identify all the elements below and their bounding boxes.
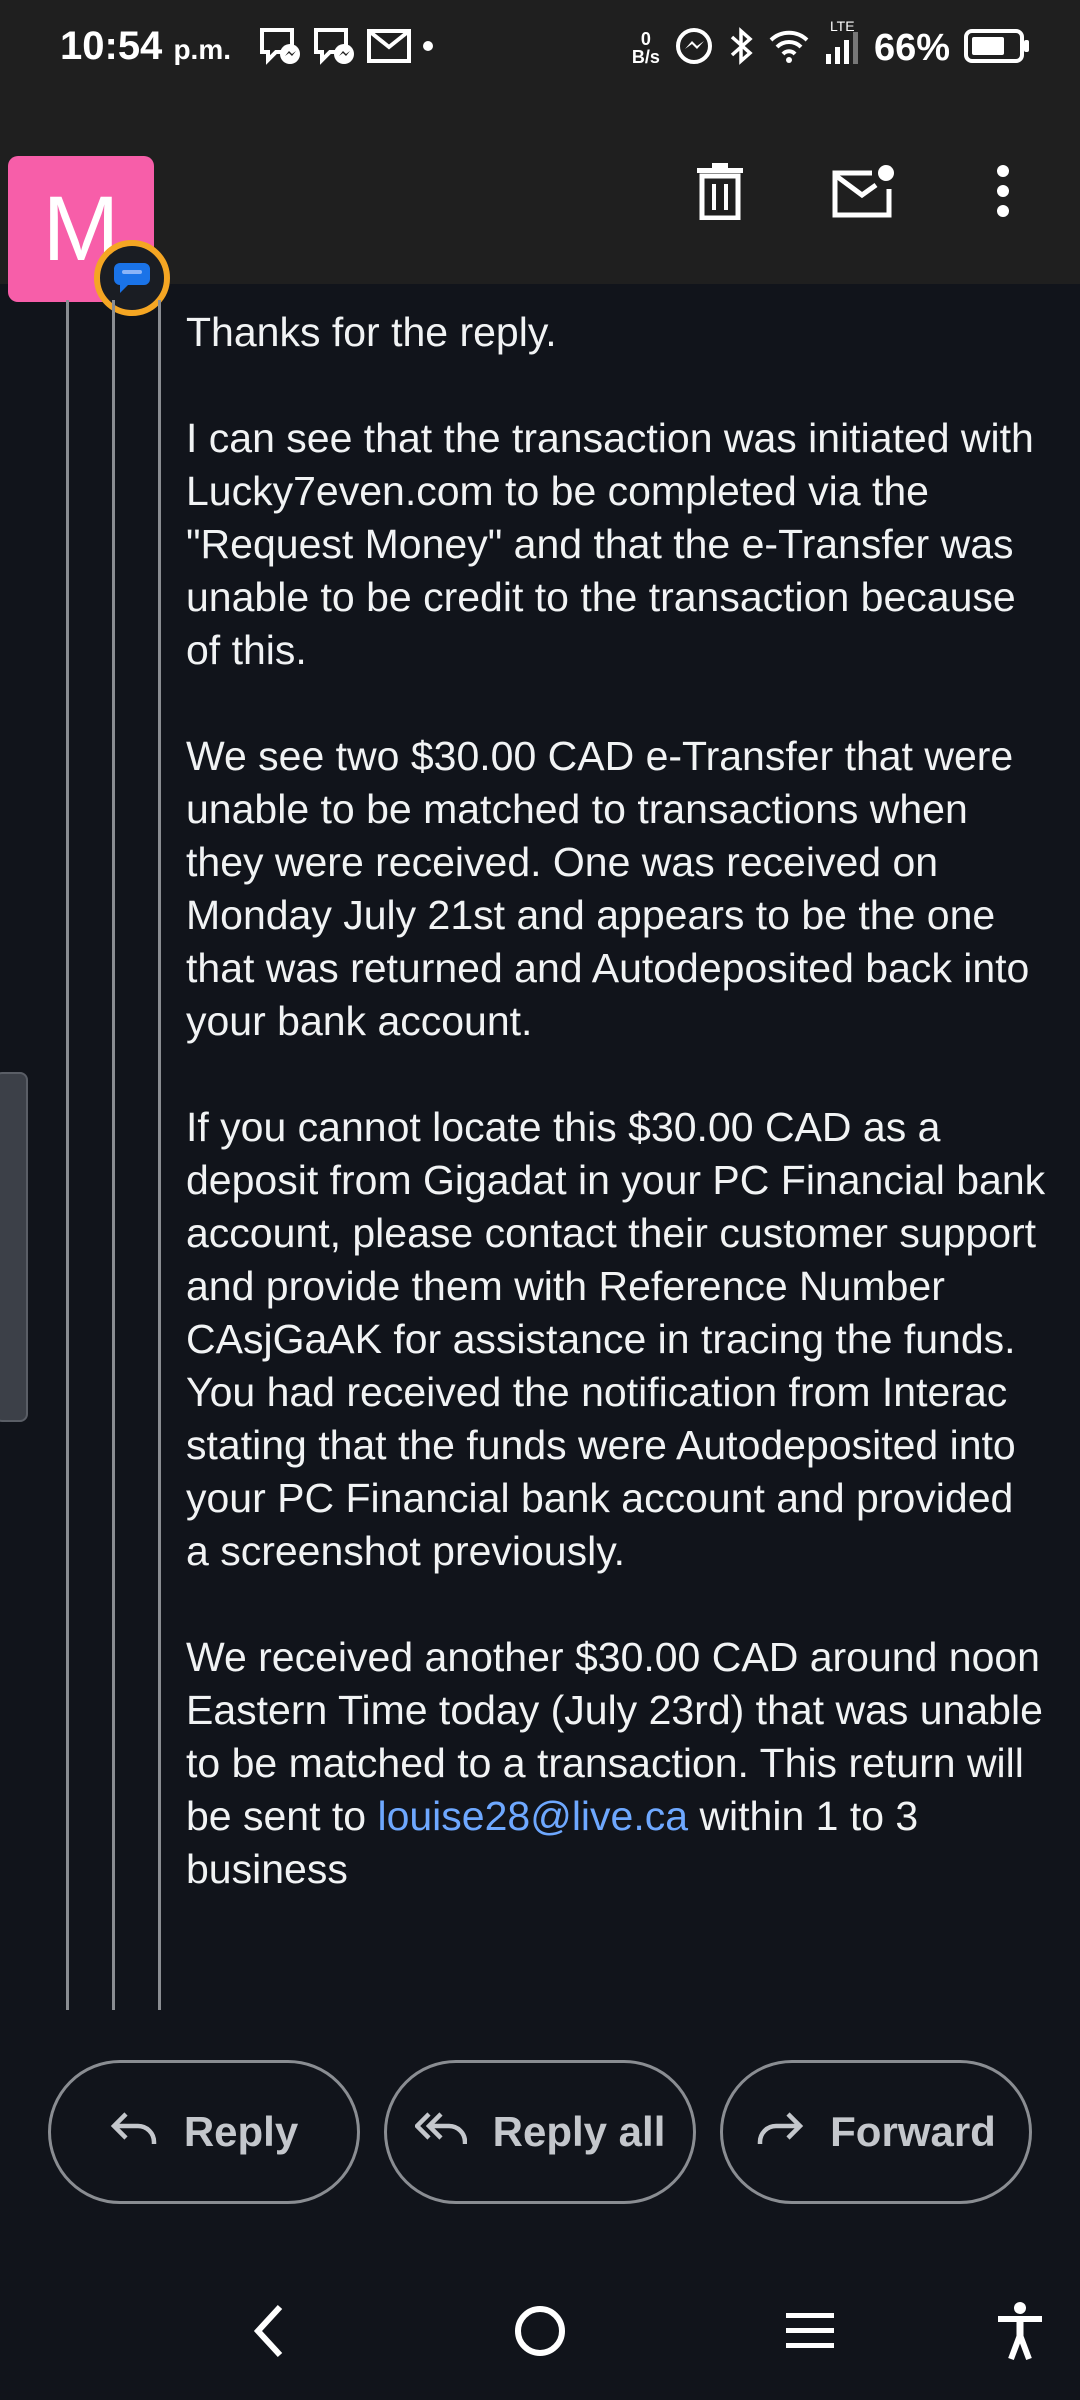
forward-icon (756, 2108, 804, 2156)
back-icon[interactable] (235, 2296, 305, 2366)
network-type-label: LTE (829, 17, 855, 34)
messenger-icon (312, 26, 356, 71)
mark-unread-icon[interactable] (828, 156, 898, 226)
clock-time: 10:54 (60, 24, 163, 68)
delete-icon[interactable] (685, 156, 755, 226)
clock-ampm: p.m. (173, 34, 231, 65)
reply-actions: Reply Reply all Forward (0, 2060, 1080, 2208)
message-paragraph: We see two $30.00 CAD e-Transfer that we… (186, 733, 1030, 1044)
data-speed-value: 0 (640, 29, 651, 49)
reply-label: Reply (183, 2108, 299, 2155)
quote-line (158, 300, 161, 2010)
reply-icon (110, 2108, 158, 2156)
message-paragraph: If you cannot locate this $30.00 CAD as … (186, 1104, 1046, 1574)
home-icon[interactable] (505, 2296, 575, 2366)
reply-all-icon (413, 2108, 467, 2156)
dot-icon (422, 39, 434, 57)
more-options-icon[interactable] (968, 156, 1038, 226)
battery-percent: 66% (873, 26, 950, 69)
reply-all-label: Reply all (492, 2108, 666, 2155)
quote-line (66, 300, 69, 2010)
forward-button[interactable]: Forward (720, 2060, 1032, 2204)
reply-button[interactable]: Reply (48, 2060, 360, 2204)
bluetooth-icon (728, 26, 754, 71)
message-paragraph-with-link: We received another $30.00 CAD around no… (186, 1631, 1046, 1896)
message-paragraph: Thanks for the reply. (186, 309, 557, 355)
message-body: Thanks for the reply. I can see that the… (186, 306, 1046, 1949)
data-speed-unit: B/s (631, 47, 660, 67)
email-link[interactable]: louise28@live.ca (377, 1793, 688, 1839)
messenger-icon (258, 26, 302, 71)
messenger-icon (674, 26, 714, 71)
signal-icon: LTE (824, 18, 860, 71)
quote-line (112, 300, 115, 2010)
status-bar: 10:54 p.m. 0 B/s LTE 66% (0, 0, 1080, 96)
data-speed: 0 B/s (632, 30, 660, 66)
edge-panel-handle[interactable] (0, 1072, 28, 1422)
forward-label: Forward (830, 2108, 996, 2155)
notification-icons (258, 26, 434, 70)
system-icons: 0 B/s LTE 66% (632, 18, 1030, 76)
reply-all-button[interactable]: Reply all (384, 2060, 696, 2204)
battery-icon (964, 28, 1030, 69)
message-paragraph: I can see that the transaction was initi… (186, 415, 1034, 673)
mail-icon (366, 28, 412, 69)
wifi-icon (768, 28, 810, 69)
system-nav-bar (0, 2256, 1080, 2400)
clock: 10:54 p.m. (60, 24, 231, 69)
recents-icon[interactable] (775, 2296, 845, 2366)
accessibility-icon[interactable] (985, 2296, 1055, 2366)
